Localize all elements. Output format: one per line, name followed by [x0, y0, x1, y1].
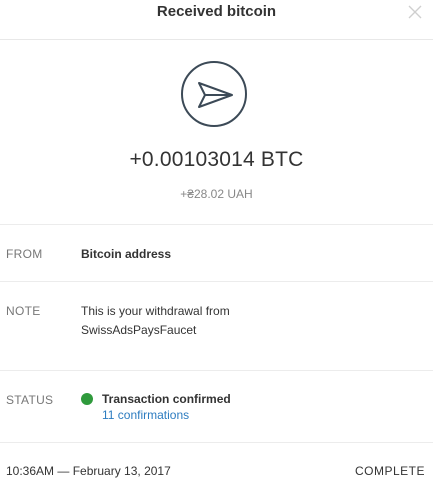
- divider: [0, 224, 433, 225]
- from-label: FROM: [6, 247, 43, 261]
- send-arrow-icon: [198, 82, 233, 108]
- transaction-datetime: 10:36AM — February 13, 2017: [6, 464, 171, 478]
- btc-amount: +0.00103014 BTC: [129, 148, 304, 171]
- divider: [0, 281, 433, 282]
- status-dot-icon: [81, 393, 93, 405]
- fiat-amount: +₴28.02 UAH: [180, 187, 253, 201]
- close-icon[interactable]: [408, 5, 422, 19]
- status-label: STATUS: [6, 393, 54, 407]
- transaction-state: COMPLETE: [354, 464, 425, 478]
- confirmations-link[interactable]: 11 confirmations: [102, 408, 189, 422]
- note-value: This is your withdrawal from SwissAdsPay…: [81, 304, 230, 337]
- status-value: Transaction confirmed: [102, 392, 231, 406]
- note-label: NOTE: [6, 304, 41, 318]
- divider: [0, 370, 433, 371]
- transaction-icon-circle: [181, 61, 247, 127]
- dialog-title: Received bitcoin: [156, 3, 277, 20]
- from-value: Bitcoin address: [81, 247, 172, 261]
- divider: [0, 442, 433, 443]
- dialog-header: Received bitcoin: [0, 0, 433, 40]
